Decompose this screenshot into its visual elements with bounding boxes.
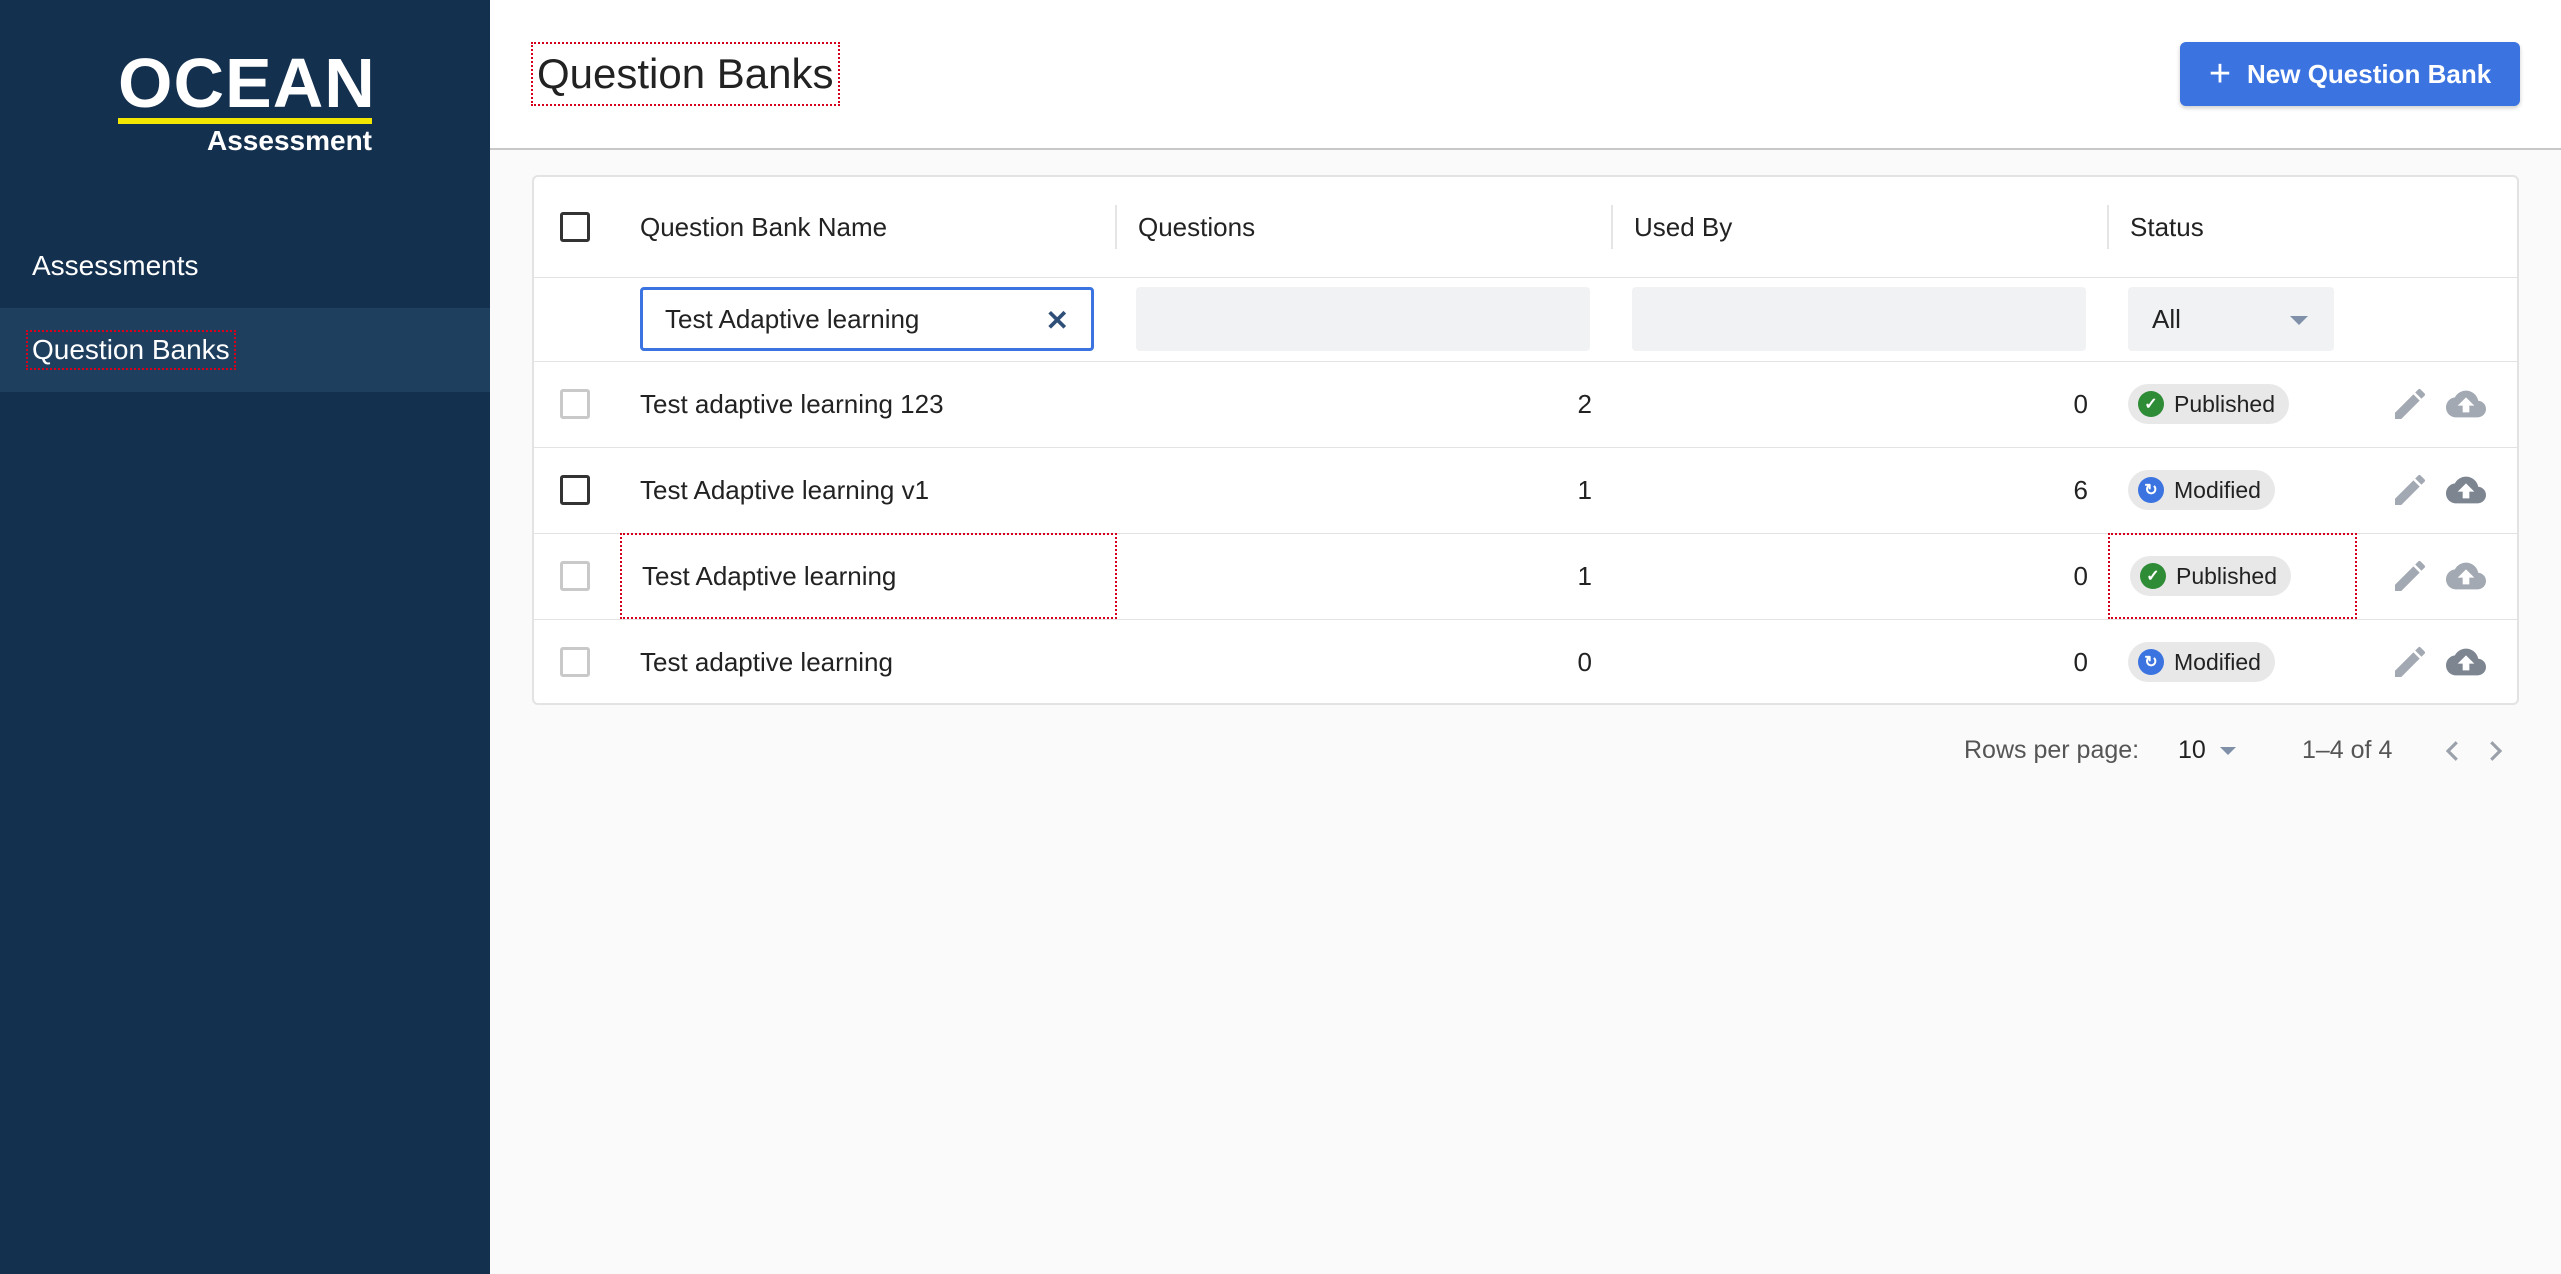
name-filter-input[interactable]: Test Adaptive learning ✕ bbox=[640, 287, 1094, 351]
column-header-status[interactable]: Status bbox=[2130, 177, 2204, 277]
row-name: Test Adaptive learning bbox=[642, 560, 897, 591]
plus-icon: + bbox=[2208, 53, 2232, 95]
row-name: Test Adaptive learning v1 bbox=[640, 474, 930, 505]
status-badge: ↻ Modified bbox=[2128, 642, 2275, 682]
row-checkbox[interactable] bbox=[560, 647, 590, 677]
row-questions: 1 bbox=[1577, 474, 1592, 505]
sidebar: OCEAN Assessment Assessments Question Ba… bbox=[0, 0, 490, 1274]
row-used-by: 0 bbox=[2073, 560, 2088, 591]
cloud-upload-icon[interactable] bbox=[2444, 642, 2488, 682]
status-text: Published bbox=[2176, 562, 2278, 589]
questions-filter-input[interactable] bbox=[1136, 287, 1590, 351]
chevron-right-icon[interactable] bbox=[2480, 734, 2510, 768]
page-title: Question Banks bbox=[531, 42, 840, 106]
column-header-name[interactable]: Question Bank Name bbox=[640, 177, 887, 277]
sidebar-item-question-banks[interactable]: Question Banks bbox=[0, 308, 490, 392]
check-circle-icon: ✓ bbox=[2138, 391, 2164, 417]
status-text: Modified bbox=[2174, 648, 2261, 675]
column-header-questions[interactable]: Questions bbox=[1138, 177, 1255, 277]
used-by-filter-input[interactable] bbox=[1632, 287, 2086, 351]
row-used-by: 6 bbox=[2073, 474, 2088, 505]
row-used-by: 0 bbox=[2073, 646, 2088, 677]
check-circle-icon: ✓ bbox=[2140, 563, 2166, 589]
row-name: Test adaptive learning 123 bbox=[640, 388, 944, 419]
logo-underline bbox=[118, 118, 372, 124]
ocean-logo: OCEAN Assessment bbox=[118, 44, 376, 160]
sync-icon: ↻ bbox=[2138, 477, 2164, 503]
table-header-row: Question Bank Name Questions Used By Sta… bbox=[534, 177, 2517, 278]
status-badge: ↻ Modified bbox=[2128, 470, 2275, 510]
column-separator bbox=[1115, 205, 1117, 249]
chevron-down-icon bbox=[2290, 316, 2308, 325]
status-text: Published bbox=[2174, 390, 2276, 417]
new-question-bank-button[interactable]: + New Question Bank bbox=[2180, 42, 2520, 106]
table-row[interactable]: Test Adaptive learning v1 1 6 ↻ Modified bbox=[534, 447, 2517, 534]
row-questions: 2 bbox=[1577, 388, 1592, 419]
table-row[interactable]: Test adaptive learning 123 2 0 ✓ Publish… bbox=[534, 361, 2517, 448]
chevron-down-icon[interactable] bbox=[2220, 747, 2236, 755]
table-row[interactable]: Test Adaptive learning 1 0 ✓ Published bbox=[534, 533, 2517, 620]
cloud-upload-icon[interactable] bbox=[2444, 556, 2488, 596]
row-name: Test adaptive learning bbox=[640, 646, 893, 677]
edit-pencil-icon[interactable] bbox=[2390, 470, 2430, 510]
pagination-range: 1–4 of 4 bbox=[2302, 735, 2393, 764]
sidebar-item-assessments[interactable]: Assessments bbox=[0, 224, 490, 308]
logo-subtext: Assessment bbox=[207, 125, 372, 156]
sidebar-item-label: Question Banks bbox=[26, 330, 236, 370]
row-questions: 0 bbox=[1577, 646, 1592, 677]
new-question-bank-label: New Question Bank bbox=[2247, 58, 2492, 89]
status-text: Modified bbox=[2174, 476, 2261, 503]
cloud-upload-icon[interactable] bbox=[2444, 384, 2488, 424]
name-filter-value: Test Adaptive learning bbox=[665, 303, 920, 334]
rows-per-page-select[interactable]: 10 bbox=[2178, 728, 2206, 772]
page-header: Question Banks + New Question Bank bbox=[490, 0, 2561, 150]
clear-filter-icon[interactable]: ✕ bbox=[1046, 304, 1069, 337]
row-checkbox[interactable] bbox=[560, 475, 590, 505]
row-checkbox[interactable] bbox=[560, 561, 590, 591]
status-filter-select[interactable]: All bbox=[2128, 287, 2334, 351]
rows-per-page-label: Rows per page: bbox=[1964, 735, 2140, 764]
chevron-left-icon[interactable] bbox=[2438, 734, 2468, 768]
row-used-by: 0 bbox=[2073, 388, 2088, 419]
table-filter-row: Test Adaptive learning ✕ All bbox=[534, 277, 2517, 362]
column-separator bbox=[1611, 205, 1613, 249]
sidebar-item-label: Assessments bbox=[32, 250, 199, 281]
select-all-checkbox[interactable] bbox=[560, 212, 590, 242]
edit-pencil-icon[interactable] bbox=[2390, 556, 2430, 596]
table-body: Test adaptive learning 123 2 0 ✓ Publish… bbox=[534, 361, 2517, 705]
edit-pencil-icon[interactable] bbox=[2390, 642, 2430, 682]
sync-icon: ↻ bbox=[2138, 649, 2164, 675]
row-checkbox[interactable] bbox=[560, 389, 590, 419]
status-badge: ✓ Published bbox=[2128, 384, 2290, 424]
column-header-used-by[interactable]: Used By bbox=[1634, 177, 1732, 277]
edit-pencil-icon[interactable] bbox=[2390, 384, 2430, 424]
question-banks-table: Question Bank Name Questions Used By Sta… bbox=[532, 175, 2519, 705]
column-separator bbox=[2107, 205, 2109, 249]
logo-text: OCEAN bbox=[118, 44, 376, 122]
cloud-upload-icon[interactable] bbox=[2444, 470, 2488, 510]
row-questions: 1 bbox=[1577, 560, 1592, 591]
status-badge: ✓ Published bbox=[2130, 556, 2292, 596]
table-row[interactable]: Test adaptive learning 0 0 ↻ Modified bbox=[534, 619, 2517, 705]
status-filter-value: All bbox=[2152, 303, 2181, 334]
